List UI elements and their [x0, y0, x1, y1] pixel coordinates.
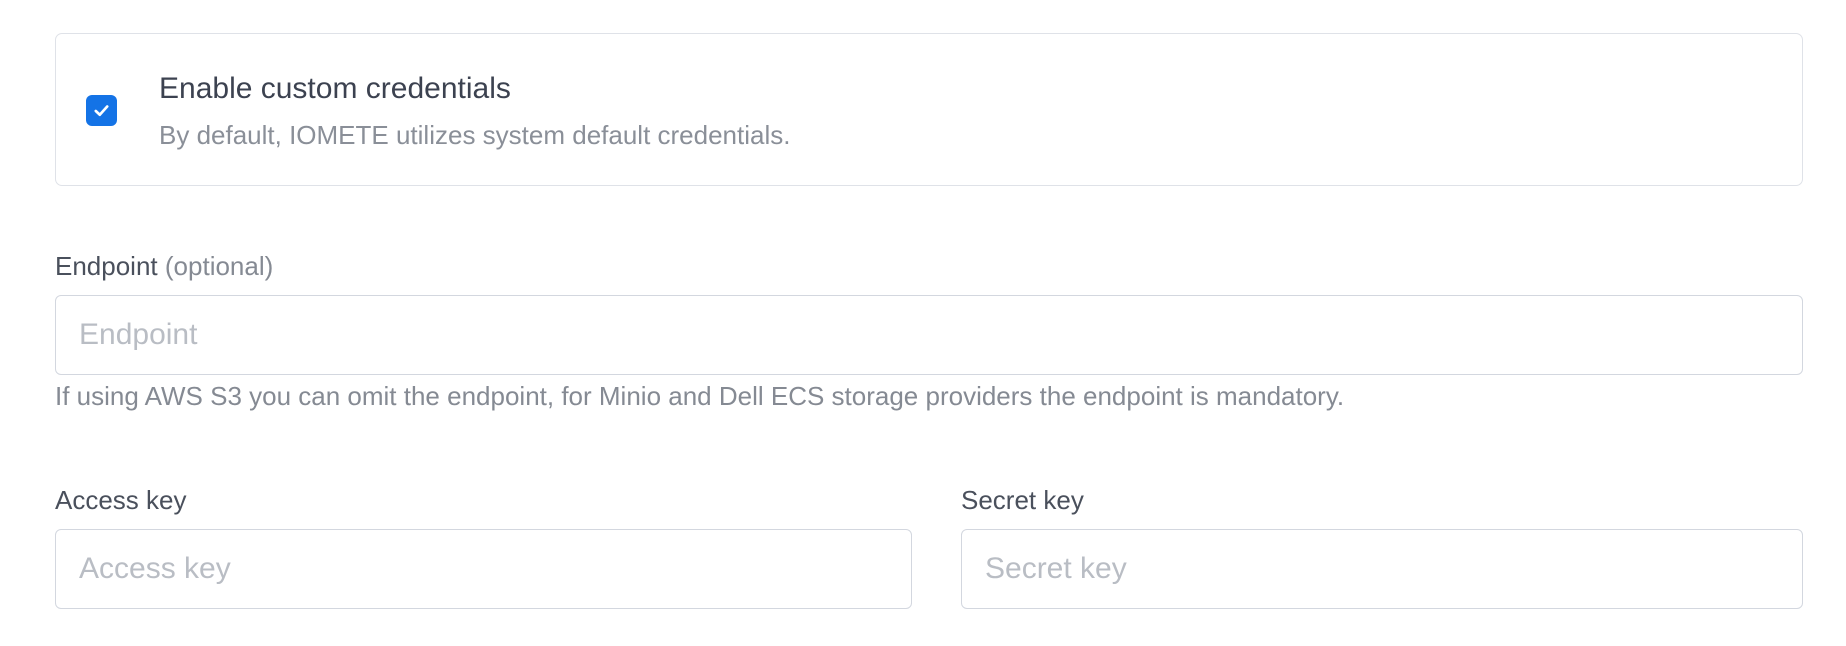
- endpoint-help-text: If using AWS S3 you can omit the endpoin…: [55, 381, 1345, 411]
- endpoint-label: Endpoint (optional): [55, 249, 273, 283]
- access-key-input[interactable]: [55, 529, 912, 609]
- endpoint-label-text: Endpoint: [55, 251, 158, 281]
- secret-key-input[interactable]: [961, 529, 1803, 609]
- endpoint-optional-tag: (optional): [164, 251, 274, 281]
- custom-credentials-description: By default, IOMETE utilizes system defau…: [159, 120, 791, 150]
- enable-custom-credentials-checkbox[interactable]: [86, 95, 117, 126]
- checkmark-icon: [94, 105, 109, 117]
- secret-key-label: Secret key: [961, 485, 1084, 515]
- custom-credentials-title: Enable custom credentials: [159, 72, 511, 105]
- endpoint-input[interactable]: [55, 295, 1803, 375]
- access-key-label: Access key: [55, 485, 187, 515]
- custom-credentials-card: [55, 33, 1803, 186]
